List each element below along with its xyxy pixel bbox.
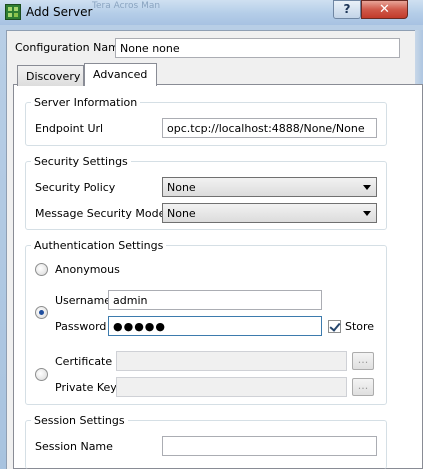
certificate-radio[interactable] bbox=[35, 368, 48, 381]
background-window-title: Tera Acros Man bbox=[92, 1, 161, 11]
chevron-down-icon bbox=[363, 185, 371, 190]
private-key-browse-button[interactable]: ... bbox=[352, 378, 374, 396]
tab-discovery[interactable]: Discovery bbox=[17, 65, 84, 86]
certificate-field[interactable] bbox=[116, 351, 347, 371]
chevron-down-icon bbox=[363, 211, 371, 216]
private-key-field[interactable] bbox=[116, 377, 347, 397]
certificate-browse-button[interactable]: ... bbox=[352, 352, 374, 370]
endpoint-url-field[interactable]: opc.tcp://localhost:4888/None/None bbox=[162, 118, 377, 138]
app-icon bbox=[5, 4, 21, 20]
security-policy-label: Security Policy bbox=[35, 181, 116, 194]
password-label: Password bbox=[55, 320, 107, 333]
authentication-settings-title: Authentication Settings bbox=[31, 239, 167, 252]
window-title: Add Server bbox=[26, 5, 93, 19]
title-bar[interactable]: Tera Acros Man Add Server ? ✕ bbox=[0, 0, 423, 25]
store-checkbox[interactable] bbox=[328, 320, 341, 333]
certificate-label: Certificate bbox=[55, 355, 113, 368]
session-name-label: Session Name bbox=[35, 440, 113, 453]
server-information-title: Server Information bbox=[31, 96, 141, 109]
anonymous-radio[interactable] bbox=[35, 263, 48, 276]
username-password-radio[interactable] bbox=[35, 306, 48, 319]
help-button[interactable]: ? bbox=[333, 0, 361, 19]
private-key-label: Private Key bbox=[55, 381, 117, 394]
configuration-name-label: Configuration Name bbox=[15, 41, 126, 54]
session-settings-title: Session Settings bbox=[31, 414, 128, 427]
message-security-mode-label: Message Security Mode bbox=[35, 207, 166, 220]
auth-separator bbox=[52, 281, 377, 282]
security-settings-title: Security Settings bbox=[31, 155, 131, 168]
store-label: Store bbox=[345, 320, 375, 333]
session-name-field[interactable] bbox=[162, 436, 377, 456]
message-security-mode-dropdown[interactable]: None bbox=[162, 203, 377, 223]
anonymous-label: Anonymous bbox=[55, 263, 120, 276]
auth-separator bbox=[52, 342, 377, 343]
security-policy-value: None bbox=[167, 181, 196, 194]
close-button[interactable]: ✕ bbox=[361, 0, 408, 19]
endpoint-url-label: Endpoint Url bbox=[35, 122, 104, 135]
tab-advanced[interactable]: Advanced bbox=[84, 63, 157, 86]
password-field[interactable]: ●●●●● bbox=[108, 316, 322, 336]
security-policy-dropdown[interactable]: None bbox=[162, 177, 377, 197]
configuration-name-field[interactable]: None none bbox=[115, 38, 400, 58]
username-field[interactable]: admin bbox=[108, 290, 322, 310]
username-label: Username bbox=[55, 294, 112, 307]
message-security-mode-value: None bbox=[167, 207, 196, 220]
